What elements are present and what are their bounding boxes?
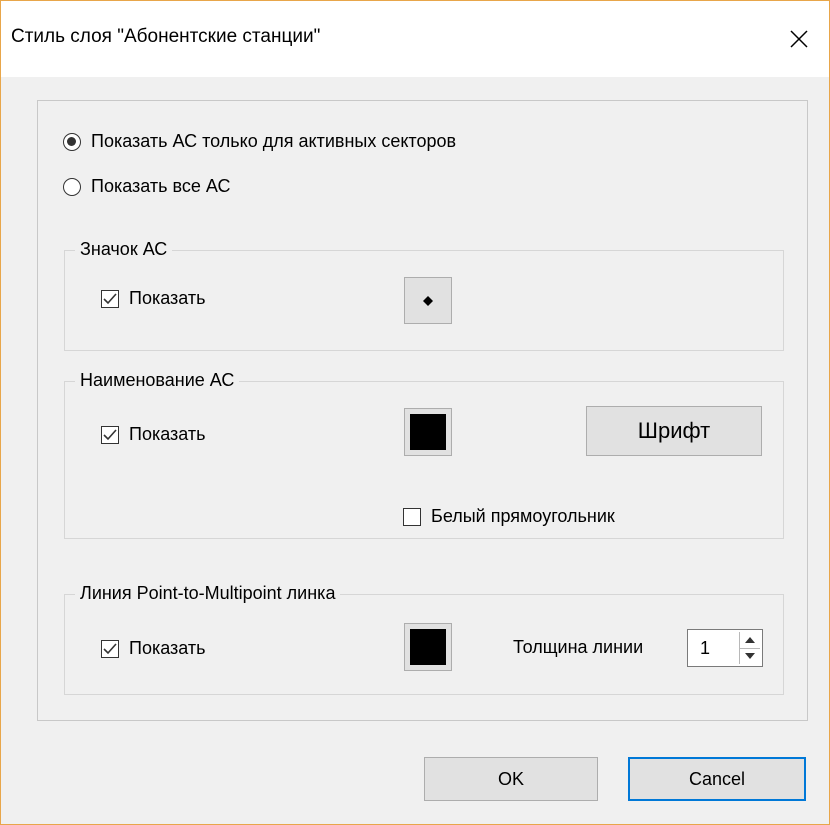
radio-active-sectors-label: Показать АС только для активных секторов	[91, 131, 457, 151]
spin-up-button[interactable]	[740, 632, 760, 649]
name-color-button[interactable]	[404, 408, 452, 456]
station-icon-picker-button[interactable]	[404, 277, 452, 324]
checkmark-icon	[103, 428, 117, 440]
icon-show-checkbox[interactable]: Показать	[101, 288, 206, 309]
radio-all-stations-label: Показать все АС	[91, 176, 231, 196]
radio-active-sectors[interactable]: Показать АС только для активных секторов	[63, 131, 456, 152]
name-group-title: Наименование АС	[75, 370, 240, 391]
triangle-down-icon	[745, 653, 755, 659]
icon-show-label: Показать	[129, 288, 206, 308]
window-title: Стиль слоя "Абонентские станции"	[11, 26, 321, 47]
name-show-checkbox[interactable]: Показать	[101, 424, 206, 445]
diamond-marker-icon	[423, 295, 433, 306]
cancel-button[interactable]: Cancel	[628, 757, 806, 801]
checkbox-unchecked[interactable]	[403, 507, 421, 526]
line-thickness-value[interactable]: 1	[700, 638, 710, 659]
spin-buttons	[739, 632, 760, 664]
close-icon	[790, 30, 808, 48]
line-show-checkbox[interactable]: Показать	[101, 638, 206, 659]
checkmark-icon	[103, 292, 117, 304]
line-group-title: Линия Point-to-Multipoint линка	[75, 583, 341, 604]
font-button[interactable]: Шрифт	[586, 406, 762, 456]
name-show-label: Показать	[129, 424, 206, 444]
close-button[interactable]	[769, 1, 829, 77]
radio-button-unselected[interactable]	[63, 177, 81, 196]
ok-button[interactable]: OK	[424, 757, 598, 801]
line-show-label: Показать	[129, 638, 206, 658]
checkbox-checked[interactable]	[101, 425, 119, 444]
dialog-window: Стиль слоя "Абонентские станции" Показат…	[0, 0, 830, 825]
spin-down-button[interactable]	[740, 648, 760, 664]
white-rectangle-checkbox[interactable]: Белый прямоугольник	[403, 506, 615, 527]
checkbox-checked[interactable]	[101, 639, 119, 658]
icon-group-title: Значок АС	[75, 239, 173, 260]
triangle-up-icon	[745, 637, 755, 643]
radio-all-stations[interactable]: Показать все АС	[63, 176, 231, 197]
white-rectangle-label: Белый прямоугольник	[431, 506, 615, 526]
title-bar: Стиль слоя "Абонентские станции"	[1, 1, 829, 77]
line-thickness-label: Толщина линии	[513, 637, 644, 657]
checkmark-icon	[103, 642, 117, 654]
line-thickness-spinbox[interactable]: 1	[687, 629, 763, 667]
line-color-button[interactable]	[404, 623, 452, 671]
radio-button-selected[interactable]	[63, 132, 81, 151]
name-color-swatch	[410, 414, 446, 450]
line-color-swatch	[410, 629, 446, 665]
checkbox-checked[interactable]	[101, 289, 119, 308]
